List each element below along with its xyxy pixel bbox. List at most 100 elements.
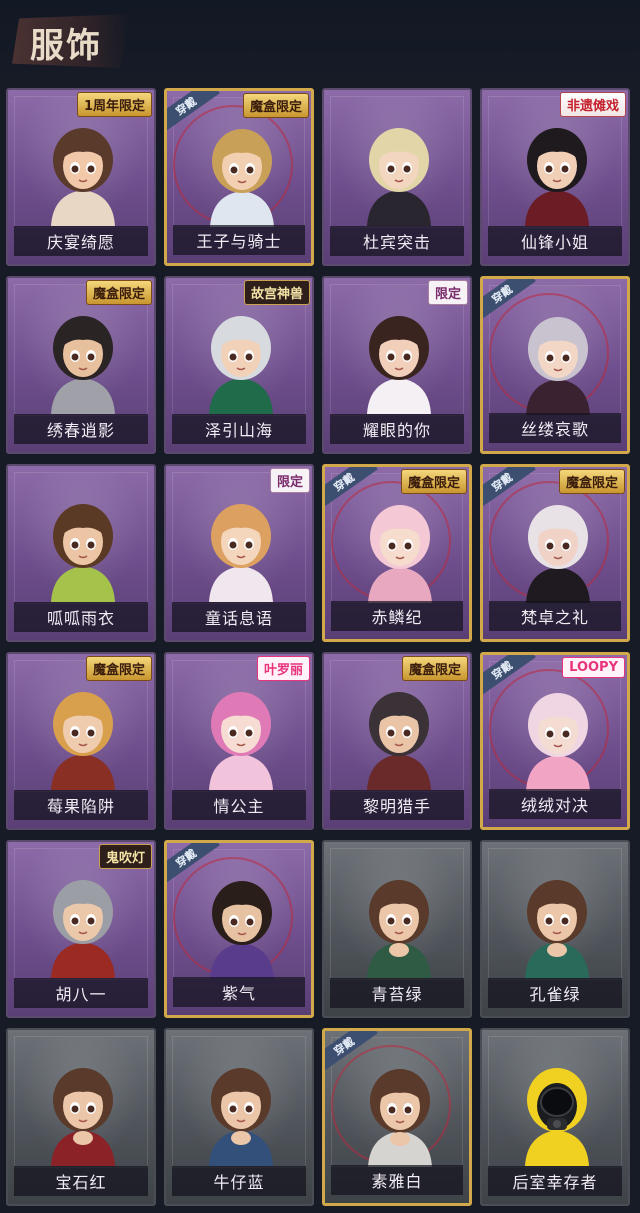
character-portrait-icon — [526, 317, 590, 415]
skin-name-bar: 仙锋小姐 — [488, 226, 622, 256]
skin-name-bar: 绣春逍影 — [14, 414, 148, 444]
skin-name: 素雅白 — [371, 1172, 423, 1191]
skin-name-bar: 紫气 — [173, 977, 305, 1007]
skin-card[interactable]: 杜宾突击 — [322, 88, 472, 266]
skin-name-bar: 梵卓之礼 — [489, 601, 621, 631]
character-portrait-icon — [526, 693, 590, 791]
skin-name: 黎明猎手 — [362, 797, 431, 816]
character-portrait-icon — [525, 1068, 589, 1166]
character-portrait-icon — [367, 880, 431, 978]
character-portrait-icon — [525, 880, 589, 978]
character-portrait-icon — [367, 316, 431, 414]
character-portrait-icon — [51, 504, 115, 602]
limited-badge: 魔盒限定 — [400, 469, 467, 494]
skin-name-bar: 宝石红 — [14, 1166, 148, 1196]
skin-name: 泽引山海 — [204, 421, 273, 440]
skin-card[interactable]: LOOPY 穿戴 绒绒对决 — [480, 652, 630, 830]
limited-badge: 魔盒限定 — [401, 656, 468, 681]
skin-card[interactable]: 牛仔蓝 — [164, 1028, 314, 1206]
skin-card[interactable]: 1周年限定庆宴绮愿 — [6, 88, 156, 266]
skin-name-bar: 庆宴绮愿 — [14, 226, 148, 256]
skin-name: 牛仔蓝 — [213, 1173, 265, 1192]
character-portrait-icon — [209, 692, 273, 790]
skin-name: 胡八一 — [55, 985, 107, 1004]
skin-card[interactable]: 孔雀绿 — [480, 840, 630, 1018]
skin-name: 绒绒对决 — [520, 796, 589, 815]
skin-name-bar: 胡八一 — [14, 978, 148, 1008]
character-portrait-icon — [367, 128, 431, 226]
skin-card[interactable]: 限定童话息语 — [164, 464, 314, 642]
skin-name-bar: 丝缕哀歌 — [489, 413, 621, 443]
skin-name: 童话息语 — [204, 609, 273, 628]
limited-badge: 鬼吹灯 — [98, 844, 152, 869]
skin-name-bar: 情公主 — [172, 790, 306, 820]
character-portrait-icon — [51, 1068, 115, 1166]
skin-card[interactable]: 青苔绿 — [322, 840, 472, 1018]
character-portrait-icon — [367, 692, 431, 790]
skin-card[interactable]: 魔盒限定 穿戴 赤鳞纪 — [322, 464, 472, 642]
skin-name-bar: 赤鳞纪 — [331, 601, 463, 631]
skin-card[interactable]: 穿戴 紫气 — [164, 840, 314, 1018]
skin-card[interactable]: 魔盒限定莓果陷阱 — [6, 652, 156, 830]
skin-name-bar: 绒绒对决 — [489, 789, 621, 819]
skin-name: 情公主 — [213, 797, 265, 816]
skin-name-bar: 莓果陷阱 — [14, 790, 148, 820]
limited-badge: 故宫神兽 — [243, 280, 310, 305]
character-portrait-icon — [526, 505, 590, 603]
skin-name: 庆宴绮愿 — [46, 233, 115, 252]
skin-name: 杜宾突击 — [362, 233, 431, 252]
skin-name: 莓果陷阱 — [46, 797, 115, 816]
skin-card[interactable]: 宝石红 — [6, 1028, 156, 1206]
limited-badge: 魔盒限定 — [85, 656, 152, 681]
limited-badge: 叶罗丽 — [256, 656, 310, 681]
limited-badge: 限定 — [427, 280, 468, 305]
skin-name-bar: 后室幸存者 — [488, 1166, 622, 1196]
limited-badge: 限定 — [269, 468, 310, 493]
skin-grid: 1周年限定 庆宴绮愿 魔盒限定 穿戴 王子与骑士 杜宾突击 非遗傩戏 仙锋小姐 魔盒限定 绣春逍影… — [4, 88, 636, 1208]
skin-name-bar: 泽引山海 — [172, 414, 306, 444]
skin-card[interactable]: 魔盒限定黎明猎手 — [322, 652, 472, 830]
skin-name-bar: 童话息语 — [172, 602, 306, 632]
character-portrait-icon — [51, 128, 115, 226]
skin-name-bar: 黎明猎手 — [330, 790, 464, 820]
character-portrait-icon — [51, 692, 115, 790]
limited-badge: 魔盒限定 — [85, 280, 152, 305]
character-portrait-icon — [210, 881, 274, 979]
skin-card[interactable]: 穿戴 素雅白 — [322, 1028, 472, 1206]
skin-name: 仙锋小姐 — [520, 233, 589, 252]
skin-card[interactable]: 非遗傩戏仙锋小姐 — [480, 88, 630, 266]
skin-name-bar: 耀眼的你 — [330, 414, 464, 444]
skin-card[interactable]: 限定耀眼的你 — [322, 276, 472, 454]
skin-name: 后室幸存者 — [512, 1173, 598, 1192]
character-portrait-icon — [209, 504, 273, 602]
skin-name-bar: 呱呱雨衣 — [14, 602, 148, 632]
header: 服饰 — [0, 0, 640, 80]
character-portrait-icon — [368, 1069, 432, 1167]
character-portrait-icon — [51, 316, 115, 414]
skin-card[interactable]: 魔盒限定 穿戴 梵卓之礼 — [480, 464, 630, 642]
character-portrait-icon — [209, 1068, 273, 1166]
skin-card[interactable]: 故宫神兽泽引山海 — [164, 276, 314, 454]
skin-name: 宝石红 — [55, 1173, 107, 1192]
character-portrait-icon — [210, 129, 274, 227]
character-portrait-icon — [525, 128, 589, 226]
character-portrait-icon — [368, 505, 432, 603]
skin-card[interactable]: 叶罗丽情公主 — [164, 652, 314, 830]
skin-name: 绣春逍影 — [46, 421, 115, 440]
skin-name: 呱呱雨衣 — [46, 609, 115, 628]
skin-card[interactable]: 鬼吹灯胡八一 — [6, 840, 156, 1018]
skin-name: 孔雀绿 — [529, 985, 581, 1004]
skin-name-bar: 素雅白 — [331, 1165, 463, 1195]
skin-name-bar: 王子与骑士 — [173, 225, 305, 255]
limited-badge: 非遗傩戏 — [559, 92, 626, 117]
skin-name: 赤鳞纪 — [371, 608, 423, 627]
skin-card[interactable]: 穿戴 丝缕哀歌 — [480, 276, 630, 454]
skin-name: 梵卓之礼 — [520, 608, 589, 627]
limited-badge: 1周年限定 — [76, 92, 152, 117]
skin-name: 紫气 — [221, 984, 256, 1003]
skin-name-bar: 牛仔蓝 — [172, 1166, 306, 1196]
skin-card[interactable]: 魔盒限定绣春逍影 — [6, 276, 156, 454]
skin-card[interactable]: 呱呱雨衣 — [6, 464, 156, 642]
skin-card[interactable]: 后室幸存者 — [480, 1028, 630, 1206]
skin-card[interactable]: 魔盒限定 穿戴 王子与骑士 — [164, 88, 314, 266]
